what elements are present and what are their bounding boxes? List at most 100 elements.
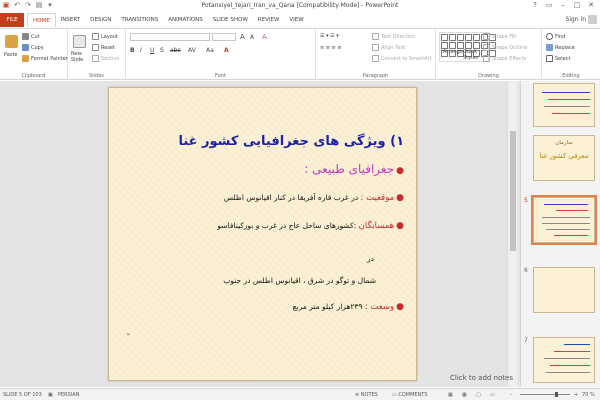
shape-icon[interactable] bbox=[449, 42, 456, 49]
tab-home[interactable]: HOME bbox=[27, 13, 56, 27]
shape-icon[interactable] bbox=[449, 34, 456, 41]
shadow-icon[interactable]: S bbox=[160, 47, 164, 54]
font-name-box[interactable] bbox=[130, 33, 210, 41]
select-button[interactable]: Select bbox=[546, 55, 570, 62]
shape-icon[interactable] bbox=[441, 42, 448, 49]
tab-slide-show[interactable]: SLIDE SHOW bbox=[208, 13, 253, 27]
strikethrough-icon[interactable]: abc bbox=[170, 47, 181, 54]
minimize-button[interactable]: – bbox=[556, 0, 570, 11]
format-painter-button[interactable]: Format Painter bbox=[22, 55, 68, 62]
thumb-line bbox=[564, 344, 590, 345]
shape-icon[interactable] bbox=[473, 42, 480, 49]
thumbnail-slide[interactable] bbox=[533, 267, 595, 313]
shape-icon[interactable] bbox=[465, 42, 472, 49]
align-text-button[interactable]: Align Text bbox=[372, 44, 405, 51]
shape-icon[interactable] bbox=[457, 34, 464, 41]
tab-design[interactable]: DESIGN bbox=[85, 13, 116, 27]
zoom-in-icon[interactable]: + bbox=[574, 392, 578, 398]
ribbon-options-button[interactable]: ▭ bbox=[542, 0, 556, 11]
smartart-button[interactable]: Convert to SmartArt bbox=[372, 55, 432, 62]
tab-animations[interactable]: ANIMATIONS bbox=[163, 13, 208, 27]
reset-button[interactable]: Reset bbox=[92, 44, 115, 51]
text-direction-button[interactable]: Text Direction bbox=[372, 33, 415, 40]
slides-label: Slides bbox=[89, 73, 104, 79]
paste-button[interactable]: Paste bbox=[4, 52, 18, 58]
zoom-out-icon[interactable]: – bbox=[510, 392, 513, 398]
change-case-icon[interactable]: Aa bbox=[206, 47, 214, 54]
comments-toggle[interactable]: ▭ COMMENTS bbox=[392, 392, 428, 398]
quick-styles-button[interactable]: Quick Styles bbox=[463, 49, 481, 61]
thumb-line bbox=[556, 210, 588, 211]
thumb-line bbox=[550, 365, 590, 366]
view-slideshow-icon[interactable]: ▭ bbox=[490, 392, 495, 398]
slide-line-continued[interactable]: در bbox=[367, 254, 374, 263]
tab-review[interactable]: REVIEW bbox=[253, 13, 285, 27]
slide-line-neighbors[interactable]: ●همسایگان :کشورهای ساحل عاج در غرب و بور… bbox=[217, 221, 404, 231]
shrink-font-icon[interactable]: A bbox=[250, 34, 254, 41]
thumbnail-slide[interactable] bbox=[533, 83, 595, 127]
shape-icon[interactable] bbox=[441, 34, 448, 41]
slide-title[interactable]: ۱) ویژگی های جغرافیایی کشور غنا bbox=[178, 134, 404, 149]
close-button[interactable]: ✕ bbox=[584, 0, 598, 11]
font-label: Font bbox=[215, 73, 226, 79]
slide-canvas[interactable]: ۱) ویژگی های جغرافیایی کشور غنا ●جغرافیا… bbox=[108, 87, 417, 381]
zoom-slider[interactable] bbox=[520, 392, 570, 397]
clear-format-icon[interactable]: A bbox=[262, 33, 267, 41]
scrollbar-thumb[interactable] bbox=[510, 131, 516, 251]
shape-fill-button[interactable]: Shape Fill bbox=[483, 33, 516, 40]
view-sorter-icon[interactable]: ▦ bbox=[462, 392, 467, 398]
replace-button[interactable]: Replace bbox=[546, 44, 575, 51]
tab-file[interactable]: FILE bbox=[0, 13, 24, 27]
shape-icon[interactable] bbox=[473, 34, 480, 41]
shape-effects-button[interactable]: Shape Effects bbox=[483, 55, 526, 62]
bullets-icon[interactable]: ☰ ▾ ☰ ▾ bbox=[320, 33, 339, 39]
copy-button[interactable]: Copy bbox=[22, 44, 44, 51]
underline-icon[interactable]: U bbox=[150, 47, 154, 54]
help-button[interactable]: ? bbox=[528, 0, 542, 11]
zoom-slider-knob[interactable] bbox=[555, 392, 558, 397]
sign-in-link[interactable]: Sign in bbox=[566, 16, 586, 23]
window-title: Potansiyel_tejari_Iran_va_Qana [Compatib… bbox=[201, 2, 399, 9]
slide-line-area[interactable]: ●وسعت : ۲۳۹هزار کیلو متر مربع bbox=[293, 302, 404, 312]
shape-icon[interactable] bbox=[457, 42, 464, 49]
view-normal-icon[interactable]: ▦ bbox=[448, 392, 453, 398]
thumb-line bbox=[544, 358, 590, 359]
new-slide-button[interactable]: New Slide bbox=[71, 51, 91, 63]
shape-icon[interactable] bbox=[465, 34, 472, 41]
tab-insert[interactable]: INSERT bbox=[56, 13, 85, 27]
slide-subtitle[interactable]: ●جغرافیای طبیعی : bbox=[304, 162, 404, 176]
bold-icon[interactable]: B bbox=[130, 47, 135, 54]
tab-transitions[interactable]: TRANSITIONS bbox=[116, 13, 163, 27]
vertical-scrollbar[interactable] bbox=[507, 81, 517, 387]
view-reading-icon[interactable]: ▢ bbox=[476, 392, 481, 398]
avatar[interactable] bbox=[588, 15, 597, 24]
slide-line-location[interactable]: ●موقعیت : در غرب قاره آفریقا در کنار اقی… bbox=[224, 193, 404, 203]
notes-placeholder[interactable]: Click to add notes bbox=[450, 374, 513, 382]
slide-thumbnails-pane[interactable]: سازمان معرفی کشور غنا 5 6 7 bbox=[520, 81, 600, 387]
spacing-icon[interactable]: AV bbox=[188, 47, 196, 54]
grow-font-icon[interactable]: A bbox=[240, 33, 245, 41]
fill-icon bbox=[483, 33, 490, 40]
shape-outline-button[interactable]: Shape Outline bbox=[483, 44, 527, 51]
thumbnail-slide-active[interactable] bbox=[531, 195, 597, 245]
maximize-button[interactable]: □ bbox=[570, 0, 584, 11]
language-status[interactable]: PERSIAN bbox=[58, 392, 79, 398]
section-button[interactable]: Section bbox=[92, 55, 120, 62]
thumbnail-slide[interactable]: سازمان معرفی کشور غنا bbox=[533, 135, 595, 181]
arrange-button[interactable]: Arrange bbox=[443, 49, 463, 55]
font-color-icon[interactable]: A bbox=[224, 47, 229, 54]
slide-line-borders[interactable]: شمال و توگو در شرق ، اقیانوس اطلس در جنو… bbox=[223, 276, 376, 285]
text-direction-icon bbox=[372, 33, 379, 40]
spellcheck-icon[interactable]: ▣ bbox=[48, 392, 53, 398]
tab-view[interactable]: VIEW bbox=[284, 13, 308, 27]
align-icons[interactable]: ≡ ≡ ≡ ≡ bbox=[320, 45, 342, 51]
find-button[interactable]: Find bbox=[546, 33, 565, 40]
paragraph-label: Paragraph bbox=[362, 73, 389, 79]
italic-icon[interactable]: I bbox=[140, 47, 142, 54]
layout-button[interactable]: Layout bbox=[92, 33, 118, 40]
cut-button[interactable]: Cut bbox=[22, 33, 40, 40]
notes-toggle[interactable]: ≡ NOTES bbox=[355, 392, 378, 398]
font-size-box[interactable] bbox=[212, 33, 236, 41]
zoom-level[interactable]: 70 % bbox=[582, 392, 595, 398]
thumbnail-slide[interactable] bbox=[533, 337, 595, 383]
